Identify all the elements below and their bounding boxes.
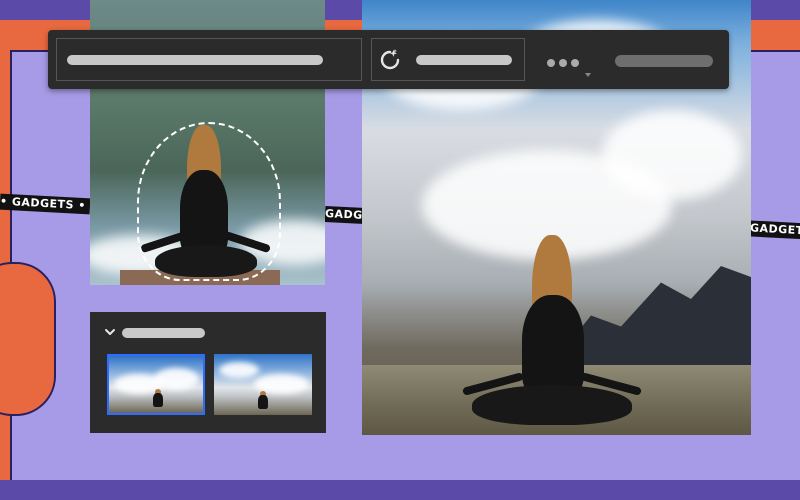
dropdown-caret-icon[interactable] xyxy=(585,73,591,77)
panel-title-bar xyxy=(122,328,205,338)
gadgets-ribbon-middle: GADGETS xyxy=(324,205,366,225)
prompt-placeholder-bar xyxy=(67,55,323,65)
prompt-input[interactable] xyxy=(56,38,362,81)
decorative-orange-shape xyxy=(0,262,56,416)
person-thumbnail xyxy=(153,393,163,407)
marching-ants-selection[interactable] xyxy=(137,122,281,281)
chevron-down-icon[interactable] xyxy=(104,326,116,338)
person-thumbnail xyxy=(258,395,268,409)
editor-toolbar xyxy=(48,30,729,89)
variation-thumbnail[interactable] xyxy=(214,354,312,415)
meditating-person[interactable] xyxy=(135,120,285,281)
toolbar-secondary-button[interactable] xyxy=(615,55,713,67)
variations-panel xyxy=(90,312,326,433)
background-bottom-band xyxy=(0,480,800,500)
more-dots-icon[interactable] xyxy=(547,54,583,72)
gadgets-ribbon-right: GADGETS xyxy=(749,220,800,240)
generate-label-bar xyxy=(416,55,512,65)
cloud xyxy=(602,110,742,200)
magic-refresh-icon xyxy=(380,49,400,70)
generate-button[interactable] xyxy=(371,38,525,81)
variation-thumbnail-selected[interactable] xyxy=(107,354,205,415)
meditating-person[interactable] xyxy=(462,235,652,430)
